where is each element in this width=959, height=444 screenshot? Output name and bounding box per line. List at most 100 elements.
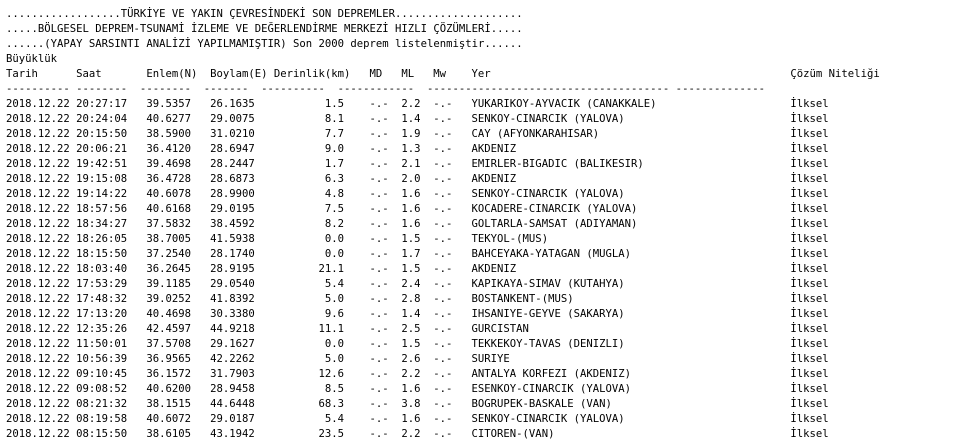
cell-date: 2018.12.22: [6, 338, 70, 350]
cell-time: 20:24:04: [76, 113, 128, 125]
cell-md: -.-: [369, 128, 389, 140]
cell-time: 11:50:01: [76, 338, 128, 350]
cell-date: 2018.12.22: [6, 368, 70, 380]
table-row: 2018.12.22 08:19:58 40.6072 29.0187 5.4 -.- 1.…: [6, 412, 880, 427]
cell-date: 2018.12.22: [6, 308, 70, 320]
cell-lon: 30.3380: [210, 308, 255, 320]
cell-lon: 42.2262: [210, 353, 255, 365]
cell-lon: 29.0187: [210, 413, 255, 425]
table-row: 2018.12.22 17:53:29 39.1185 29.0540 5.4 -.- 2.…: [6, 277, 880, 292]
table-row: 2018.12.22 10:56:39 36.9565 42.2262 5.0 -.- 2.…: [6, 352, 880, 367]
table-row: 2018.12.22 18:26:05 38.7005 41.5938 0.0 -.- 1.…: [6, 232, 880, 247]
cell-lon: 44.9218: [210, 323, 255, 335]
cell-lat: 36.9565: [146, 353, 191, 365]
cell-mw: -.-: [433, 173, 453, 185]
cell-depth: 9.0: [324, 143, 344, 155]
cell-date: 2018.12.22: [6, 128, 70, 140]
cell-md: -.-: [369, 233, 389, 245]
cell-ml: 1.6: [401, 383, 421, 395]
cell-depth: 4.8: [324, 188, 344, 200]
cell-time: 18:26:05: [76, 233, 128, 245]
cell-time: 18:15:50: [76, 248, 128, 260]
cell-md: -.-: [369, 263, 389, 275]
column-header-place: Yer: [471, 68, 491, 80]
cell-lat: 40.6168: [146, 203, 191, 215]
cell-md: -.-: [369, 368, 389, 380]
column-header-time: Saat: [76, 68, 102, 80]
cell-place: IHSANIYE-GEYVE (SAKARYA): [471, 308, 625, 320]
cell-quality: İlksel: [790, 143, 829, 155]
cell-date: 2018.12.22: [6, 203, 70, 215]
cell-mw: -.-: [433, 143, 453, 155]
cell-depth: 8.1: [324, 113, 344, 125]
cell-lat: 42.4597: [146, 323, 191, 335]
cell-mw: -.-: [433, 338, 453, 350]
cell-time: 19:42:51: [76, 158, 128, 170]
cell-time: 09:08:52: [76, 383, 128, 395]
cell-place: GURCISTAN: [471, 323, 529, 335]
cell-time: 18:03:40: [76, 263, 128, 275]
cell-place: SENKOY-CINARCIK (YALOVA): [471, 413, 625, 425]
cell-place: YUKARIKOY-AYVACIK (CANAKKALE): [471, 98, 657, 110]
cell-ml: 2.8: [401, 293, 421, 305]
table-row: 2018.12.22 09:10:45 36.1572 31.7903 12.6 -.- 2…: [6, 367, 880, 382]
cell-ml: 2.2: [401, 428, 421, 440]
column-header-mw: Mw: [433, 68, 447, 80]
cell-lon: 44.6448: [210, 398, 255, 410]
cell-ml: 1.5: [401, 263, 421, 275]
cell-lat: 40.4698: [146, 308, 191, 320]
cell-quality: İlksel: [790, 173, 829, 185]
cell-place: GOLTARLA-SAMSAT (ADIYAMAN): [471, 218, 638, 230]
cell-time: 12:35:26: [76, 323, 128, 335]
cell-mw: -.-: [433, 188, 453, 200]
cell-place: SENKOY-CINARCIK (YALOVA): [471, 188, 625, 200]
cell-date: 2018.12.22: [6, 428, 70, 440]
column-header-latitude: Enlem(N): [146, 68, 198, 80]
cell-lat: 37.5708: [146, 338, 191, 350]
cell-mw: -.-: [433, 128, 453, 140]
column-header-quality: Çözüm Niteliği: [790, 68, 880, 80]
magnitude-group-label: Büyüklük: [6, 53, 58, 65]
cell-depth: 7.5: [324, 203, 344, 215]
cell-quality: İlksel: [790, 248, 829, 260]
cell-quality: İlksel: [790, 368, 829, 380]
cell-date: 2018.12.22: [6, 113, 70, 125]
column-header-ml: ML: [401, 68, 415, 80]
cell-mw: -.-: [433, 263, 453, 275]
cell-md: -.-: [369, 338, 389, 350]
cell-lat: 39.1185: [146, 278, 191, 290]
cell-md: -.-: [369, 353, 389, 365]
cell-lat: 38.7005: [146, 233, 191, 245]
cell-quality: İlksel: [790, 98, 829, 110]
cell-place: BOGRUPEK-BASKALE (VAN): [471, 398, 612, 410]
cell-md: -.-: [369, 113, 389, 125]
table-row: 2018.12.22 18:57:56 40.6168 29.0195 7.5 -.- 1.…: [6, 202, 880, 217]
cell-lon: 28.9195: [210, 263, 255, 275]
cell-time: 08:19:58: [76, 413, 128, 425]
cell-lon: 38.4592: [210, 218, 255, 230]
banner-line-1: ..................TÜRKİYE VE YAKIN ÇEVRE…: [6, 8, 523, 20]
cell-mw: -.-: [433, 233, 453, 245]
cell-md: -.-: [369, 428, 389, 440]
cell-quality: İlksel: [790, 428, 829, 440]
cell-md: -.-: [369, 323, 389, 335]
cell-place: AKDENIZ: [471, 143, 517, 155]
cell-ml: 1.6: [401, 203, 421, 215]
cell-mw: -.-: [433, 323, 453, 335]
column-header-depth: Derinlik(km): [273, 68, 351, 80]
cell-md: -.-: [369, 278, 389, 290]
cell-depth: 0.0: [324, 248, 344, 260]
cell-ml: 1.7: [401, 248, 421, 260]
cell-place: TEKKEKOY-TAVAS (DENIZLI): [471, 338, 625, 350]
table-row: 2018.12.22 18:03:40 36.2645 28.9195 21.1 -.- 1…: [6, 262, 880, 277]
cell-mw: -.-: [433, 428, 453, 440]
cell-md: -.-: [369, 188, 389, 200]
cell-lon: 28.9458: [210, 383, 255, 395]
column-header-longitude: Boylam(E): [210, 68, 268, 80]
cell-lon: 29.0195: [210, 203, 255, 215]
cell-depth: 68.3: [318, 398, 344, 410]
cell-ml: 3.8: [401, 398, 421, 410]
cell-ml: 1.6: [401, 413, 421, 425]
cell-md: -.-: [369, 98, 389, 110]
table-row: 2018.12.22 17:13:20 40.4698 30.3380 9.6 -.- 1.…: [6, 307, 880, 322]
